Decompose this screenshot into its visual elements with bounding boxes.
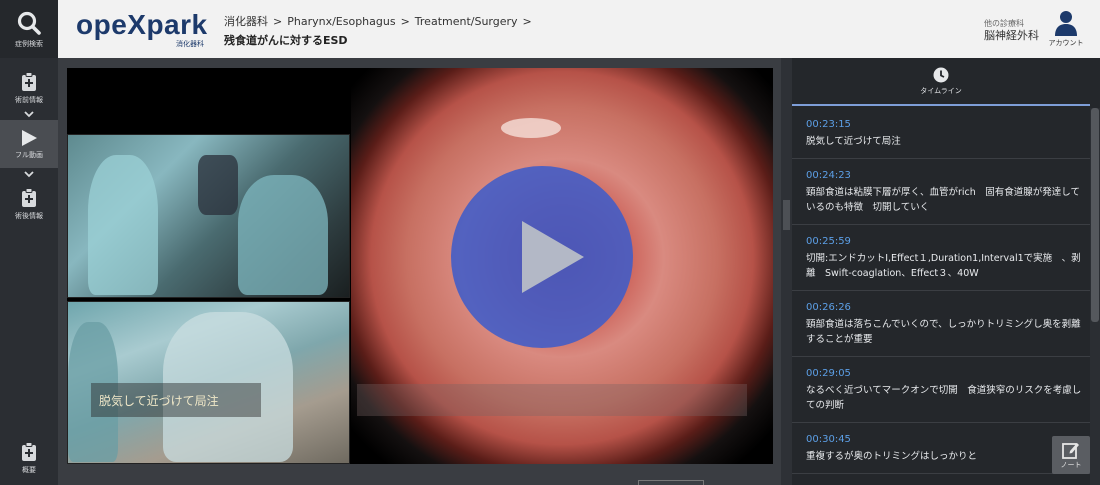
clipboard-plus-icon bbox=[22, 72, 36, 91]
logo-subtitle: 消化器科 bbox=[176, 40, 204, 48]
panel-divider[interactable] bbox=[781, 58, 792, 485]
timeline-time[interactable]: 00:26:26 bbox=[806, 301, 1082, 315]
timeline-text: なるべく近づいてマークオンで切開 食道狭窄のリスクを考慮しての判断 bbox=[806, 385, 1082, 411]
header: opeXpark 消化器科 消化器科 > Pharynx/Esophagus >… bbox=[58, 0, 1100, 58]
play-button[interactable] bbox=[451, 166, 633, 348]
timeline-scroll-thumb[interactable] bbox=[1091, 108, 1099, 322]
video-player[interactable]: 脱気して近づけて局注 bbox=[67, 68, 773, 464]
tab-timeline-label: タイムライン bbox=[920, 86, 962, 95]
timeline-text: 頸部食道は粘膜下層が厚く、血管がrich 固有食道腺が発達しているのも特徴 切開… bbox=[806, 187, 1081, 213]
note-label: ノート bbox=[1060, 460, 1082, 469]
timeline-time[interactable]: 00:30:45 bbox=[806, 433, 1082, 447]
chevron-down-icon bbox=[24, 171, 34, 178]
search-icon bbox=[17, 11, 41, 35]
endoscope-device bbox=[198, 155, 238, 215]
chevron-down-icon bbox=[24, 111, 34, 118]
timeline-time[interactable]: 00:24:23 bbox=[806, 169, 1082, 183]
breadcrumb: 消化器科 > Pharynx/Esophagus > Treatment/Sur… bbox=[224, 13, 537, 29]
breadcrumb-item[interactable]: Pharynx/Esophagus bbox=[287, 15, 395, 28]
full-video-button[interactable]: フル動画 bbox=[0, 120, 58, 168]
timeline-text: 切開:エンドカットI,Effect１,Duration1,Interval1で実… bbox=[806, 253, 1081, 279]
timeline-list: 00:23:15 脱気して近づけて局注 00:24:23 頸部食道は粘膜下層が厚… bbox=[792, 108, 1090, 474]
account-button[interactable]: アカウント bbox=[1046, 10, 1086, 48]
timeline-text: 脱気して近づけて局注 bbox=[806, 136, 901, 147]
other-dept-link[interactable]: 脳神経外科 bbox=[984, 27, 1039, 43]
timeline-time[interactable]: 00:25:59 bbox=[806, 235, 1082, 249]
case-search-label: 症例検索 bbox=[15, 39, 43, 48]
surgeon-figure bbox=[88, 155, 158, 295]
full-video-label: フル動画 bbox=[15, 150, 43, 159]
timeline-panel: タイムライン 00:23:15 脱気して近づけて局注 00:24:23 頸部食道… bbox=[792, 58, 1100, 485]
divider-handle[interactable] bbox=[783, 200, 790, 230]
timeline-entry[interactable]: 00:30:45 重複するが奥のトリミングはしっかりと bbox=[792, 423, 1090, 474]
page-title: 残食道がんに対するESD bbox=[224, 34, 348, 47]
play-icon bbox=[522, 221, 584, 293]
account-label: アカウント bbox=[1048, 39, 1084, 47]
operating-room-view-top bbox=[67, 134, 350, 298]
play-icon bbox=[22, 129, 37, 146]
breadcrumb-item[interactable]: Treatment/Surgery bbox=[415, 15, 518, 28]
assistant-figure bbox=[238, 175, 328, 295]
timeline-text: 頸部食道は落ちこんでいくので、しっかりトリミングし奥を剥離することが重要 bbox=[806, 319, 1081, 345]
timeline-time[interactable]: 00:23:15 bbox=[806, 118, 1082, 132]
timeline-entry[interactable]: 00:24:23 頸部食道は粘膜下層が厚く、血管がrich 固有食道腺が発達して… bbox=[792, 159, 1090, 225]
player-control[interactable] bbox=[638, 480, 704, 485]
chevron-right-icon: > bbox=[522, 14, 532, 28]
timeline-text: 重複するが奥のトリミングはしっかりと bbox=[806, 451, 978, 462]
timeline-entry[interactable]: 00:26:26 頸部食道は落ちこんでいくので、しっかりトリミングし奥を剥離する… bbox=[792, 291, 1090, 357]
tab-timeline[interactable]: タイムライン bbox=[792, 58, 1090, 106]
app-logo[interactable]: opeXpark bbox=[76, 9, 208, 41]
post-op-info-label: 術後情報 bbox=[15, 212, 43, 220]
clipboard-plus-icon bbox=[22, 442, 36, 461]
timeline-entry[interactable]: 00:25:59 切開:エンドカットI,Effect１,Duration1,In… bbox=[792, 225, 1090, 291]
summary-label: 概要 bbox=[22, 466, 36, 474]
timeline-time[interactable]: 00:29:05 bbox=[806, 367, 1082, 381]
clipboard-plus-icon bbox=[22, 188, 36, 207]
summary-button[interactable]: 概要 bbox=[0, 438, 58, 478]
timeline-entry[interactable]: 00:23:15 脱気して近づけて局注 bbox=[792, 108, 1090, 159]
caption-banner bbox=[357, 384, 747, 416]
edit-icon bbox=[1062, 442, 1079, 459]
chevron-right-icon: > bbox=[400, 14, 410, 28]
left-nav: 症例検索 術前情報 フル動画 術後情報 概要 bbox=[0, 0, 58, 485]
timeline-entry[interactable]: 00:29:05 なるべく近づいてマークオンで切開 食道狭窄のリスクを考慮しての… bbox=[792, 357, 1090, 423]
note-button[interactable]: ノート bbox=[1052, 436, 1090, 474]
chevron-right-icon: > bbox=[273, 14, 283, 28]
pre-op-info-label: 術前情報 bbox=[15, 96, 43, 104]
breadcrumb-item[interactable]: 消化器科 bbox=[224, 13, 268, 29]
case-search-button[interactable]: 症例検索 bbox=[0, 0, 58, 58]
clock-icon bbox=[933, 67, 949, 82]
post-op-info-button[interactable]: 術後情報 bbox=[0, 182, 58, 222]
endoscope-highlight bbox=[501, 118, 561, 138]
pre-op-info-button[interactable]: 術前情報 bbox=[0, 66, 58, 116]
user-icon bbox=[1055, 11, 1077, 36]
video-subtitle: 脱気して近づけて局注 bbox=[91, 383, 261, 417]
